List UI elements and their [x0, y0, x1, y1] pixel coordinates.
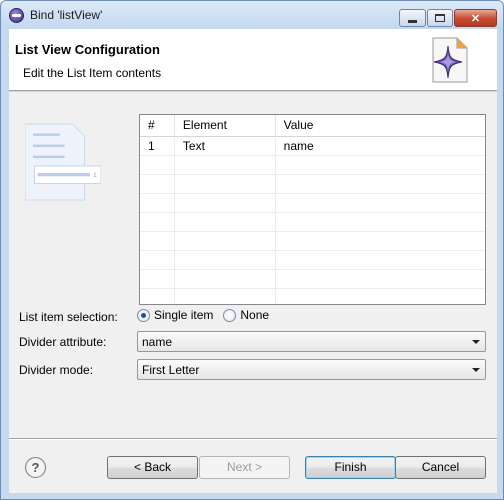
maximize-button[interactable]: [427, 9, 453, 27]
next-button[interactable]: Next >: [199, 456, 290, 479]
empty-row: [140, 289, 485, 304]
help-icon[interactable]: ?: [25, 457, 46, 478]
none-radio-label[interactable]: None: [240, 308, 269, 322]
back-button[interactable]: < Back: [107, 456, 198, 479]
column-header-value[interactable]: Value: [276, 115, 485, 137]
page-title: List View Configuration: [15, 42, 160, 57]
empty-row: [140, 213, 485, 232]
minimize-icon: [408, 20, 417, 23]
column-header-number[interactable]: #: [140, 115, 175, 137]
eclipse-app-icon: [9, 8, 24, 23]
divider-attribute-select[interactable]: name: [137, 331, 486, 352]
cell-value[interactable]: name: [276, 137, 485, 156]
minimize-button[interactable]: [399, 9, 426, 27]
title-bar[interactable]: Bind 'listView' ✕: [1, 1, 503, 29]
maximize-icon: [435, 14, 445, 22]
divider-mode-select[interactable]: First Letter: [137, 359, 486, 380]
wizard-sparkle-icon: [432, 37, 468, 83]
divider-attribute-value: name: [142, 335, 173, 349]
button-bar: ? < Back Next > Finish Cancel: [9, 440, 497, 493]
page-subtitle: Edit the List Item contents: [23, 66, 162, 80]
chevron-down-icon: [472, 340, 480, 344]
cell-element: Text: [175, 137, 276, 156]
empty-row: [140, 232, 485, 251]
preview-badge: 1: [93, 172, 97, 179]
empty-row: [140, 175, 485, 194]
column-header-element[interactable]: Element: [175, 115, 276, 137]
close-button[interactable]: ✕: [454, 9, 497, 27]
selection-radio-group: Single item None: [137, 308, 279, 322]
header-banner: List View Configuration Edit the List It…: [9, 29, 497, 91]
empty-row: [140, 270, 485, 289]
none-radio[interactable]: [223, 308, 237, 322]
finish-button[interactable]: Finish: [305, 456, 396, 479]
list-item-table[interactable]: # Element Value 1 Text name: [139, 114, 486, 305]
empty-row: [140, 156, 485, 175]
divider-mode-value: First Letter: [142, 363, 200, 377]
window-title: Bind 'listView': [30, 8, 103, 22]
divider-attribute-label: Divider attribute:: [19, 335, 107, 349]
empty-row: [140, 194, 485, 213]
close-icon: ✕: [470, 12, 481, 25]
table-row[interactable]: 1 Text name: [140, 137, 485, 156]
content-panel: 1 # Element Value 1 Text name List item …: [9, 92, 497, 438]
single-item-radio[interactable]: [137, 308, 150, 322]
table-header: # Element Value: [140, 115, 485, 137]
cancel-button[interactable]: Cancel: [395, 456, 486, 479]
divider-mode-label: Divider mode:: [19, 363, 94, 377]
dialog-window: Bind 'listView' ✕ List View Configuratio…: [0, 0, 504, 500]
empty-row: [140, 251, 485, 270]
chevron-down-icon: [472, 368, 480, 372]
list-item-selection-label: List item selection:: [19, 310, 118, 324]
single-item-radio-label[interactable]: Single item: [154, 308, 213, 322]
list-preview-illustration: 1: [25, 123, 101, 201]
cell-number: 1: [140, 137, 175, 156]
